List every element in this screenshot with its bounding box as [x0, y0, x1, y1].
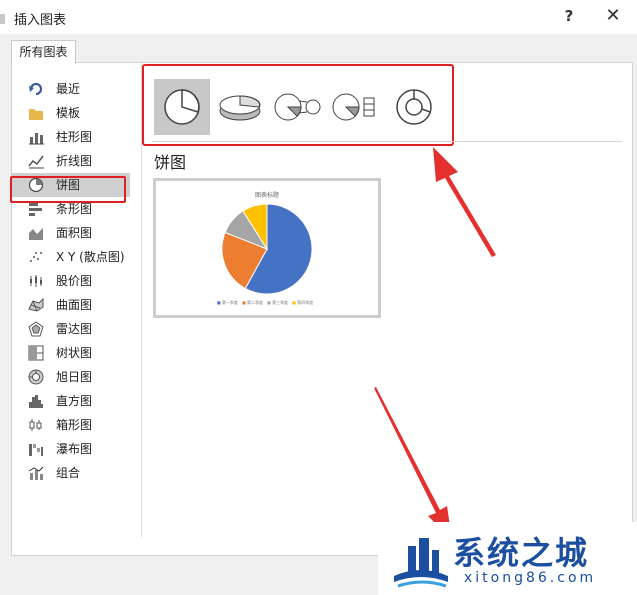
annotation-arrow-up: [433, 147, 496, 257]
annotation-arrows: [374, 147, 496, 540]
watermark-text: 系统之城: [453, 534, 590, 572]
watermark-url: xitong86.com: [464, 570, 597, 586]
tab-all-charts[interactable]: 所有图表: [11, 40, 76, 64]
watermark-logo-icon: [394, 538, 448, 588]
watermark: 系统之城 xitong86.com: [378, 522, 637, 595]
annotation-arrow-down: [374, 387, 452, 540]
